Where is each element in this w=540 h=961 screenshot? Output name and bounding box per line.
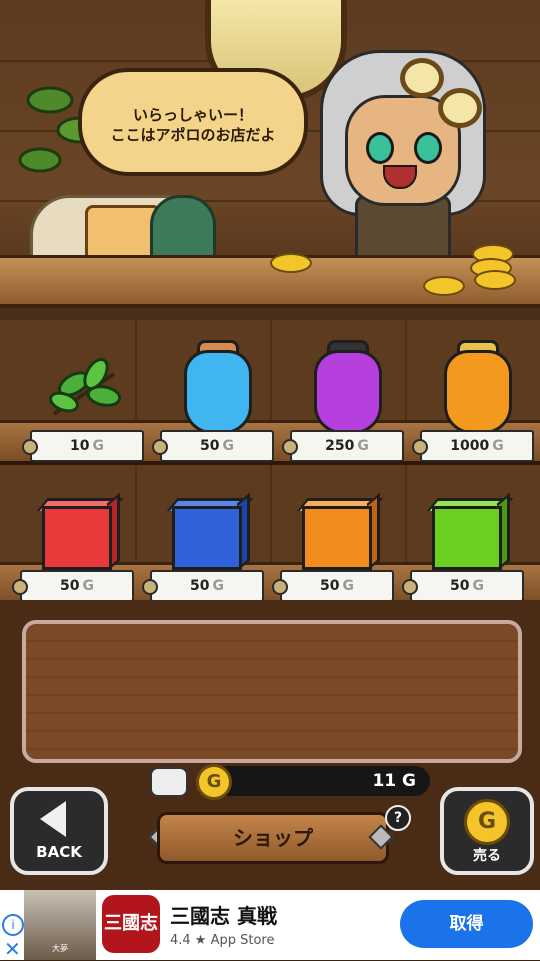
green-block-icon	[432, 506, 502, 570]
ad-image-caption: 大夢	[52, 944, 68, 953]
price-tag: 50 G	[152, 430, 274, 462]
shop-item-red-block[interactable]: 50 G	[10, 470, 140, 610]
coin-icon	[270, 253, 312, 273]
price-unit: G	[222, 438, 234, 454]
price-tag: 250 G	[282, 430, 404, 462]
orange-potion-icon	[444, 350, 512, 434]
shop-item-green-block[interactable]: 50 G	[400, 470, 530, 610]
price-unit: G	[342, 578, 354, 594]
price-value: 10	[70, 438, 90, 454]
sell-label: 売る	[473, 848, 501, 864]
price-tag: 50 G	[272, 570, 394, 602]
price-value: 250	[325, 438, 355, 454]
goggle-icon	[400, 58, 444, 98]
sell-button[interactable]: G 売る	[440, 787, 534, 875]
back-button[interactable]: BACK	[10, 787, 108, 875]
coin-icon	[423, 276, 465, 296]
price-tag: 1000 G	[412, 430, 534, 462]
shop-item-purple-potion[interactable]: 250 G	[280, 330, 410, 470]
shop-item-orange-potion[interactable]: 1000 G	[410, 330, 540, 470]
shop-item-blue-block[interactable]: 50 G	[140, 470, 270, 610]
price-value: 50	[320, 578, 340, 594]
back-label: BACK	[36, 843, 82, 861]
price-tag: 50 G	[12, 570, 134, 602]
blue-block-icon	[172, 506, 242, 570]
shop-title: ショップ	[233, 826, 313, 850]
goggle-icon	[438, 88, 482, 128]
purple-potion-icon	[314, 350, 382, 434]
message-panel	[22, 620, 522, 763]
price-value: 50	[60, 578, 80, 594]
ad-image[interactable]: 大夢	[24, 890, 96, 960]
coin-icon: G	[464, 799, 510, 845]
left-eye	[366, 132, 394, 164]
red-block-icon	[42, 506, 112, 570]
ad-rating: 4.4 ★ App Store	[170, 933, 275, 948]
help-button[interactable]: ?	[385, 805, 411, 831]
price-tag: 50 G	[142, 570, 264, 602]
price-value: 50	[190, 578, 210, 594]
shop-title-plate: ショップ	[157, 812, 389, 864]
herb-icon	[49, 357, 122, 416]
gold-coin-icon: G	[196, 764, 232, 800]
price-unit: G	[492, 438, 504, 454]
price-tag: 10 G	[22, 430, 144, 462]
gold-counter: 11 G	[200, 766, 430, 796]
back-arrow-icon	[40, 801, 66, 837]
shop-item-orange-block[interactable]: 50 G	[270, 470, 400, 610]
price-unit: G	[92, 438, 104, 454]
shop-item-blue-potion[interactable]: 50 G	[150, 330, 280, 470]
shop-scene: いらっしゃいー！ ここはアポロのお店だよ	[0, 0, 540, 320]
ad-title[interactable]: 三國志 真戦	[170, 900, 277, 929]
gold-amount: 11 G	[372, 771, 416, 791]
price-value: 50	[450, 578, 470, 594]
price-unit: G	[472, 578, 484, 594]
speech-line-1: いらっしゃいー！	[132, 106, 253, 124]
ad-close-icon[interactable]: ✕	[4, 937, 21, 961]
speech-bubble: いらっしゃいー！ ここはアポロのお店だよ	[78, 68, 308, 176]
price-tag: 50 G	[402, 570, 524, 602]
price-unit: G	[357, 438, 369, 454]
price-value: 1000	[450, 438, 490, 454]
chat-icon[interactable]	[150, 767, 188, 797]
ad-info-icon[interactable]: i	[2, 914, 24, 936]
orange-block-icon	[302, 506, 372, 570]
ad-app-icon[interactable]: 三國志	[102, 895, 160, 953]
blue-potion-icon	[184, 350, 252, 434]
speech-line-2: ここはアポロのお店だよ	[110, 126, 276, 144]
price-unit: G	[82, 578, 94, 594]
right-eye	[414, 132, 442, 164]
price-unit: G	[212, 578, 224, 594]
ad-get-button[interactable]: 取得	[400, 900, 533, 948]
coin-icon	[474, 270, 516, 290]
price-value: 50	[200, 438, 220, 454]
shop-item-herb[interactable]: 10 G	[20, 330, 150, 470]
